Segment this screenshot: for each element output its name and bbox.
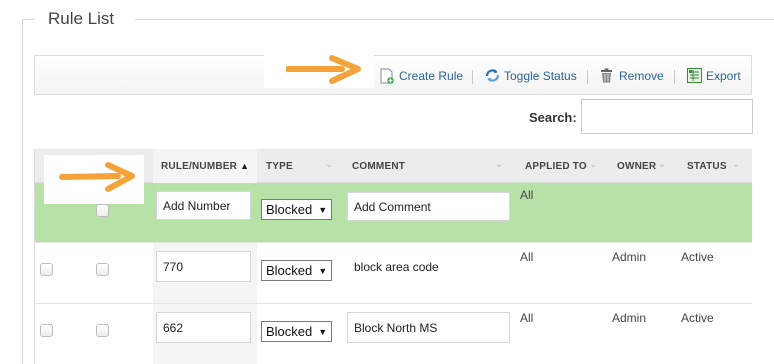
applied-to-cell: All (520, 311, 534, 325)
chevron-down-icon: ⌄ (658, 159, 667, 170)
row-select-checkbox[interactable] (96, 324, 109, 337)
toggle-status-button[interactable]: Toggle Status (485, 68, 577, 83)
rule-number-cell[interactable]: 770 (156, 251, 251, 282)
comment-cell[interactable]: Block North MS (347, 312, 510, 343)
toggle-status-label: Toggle Status (504, 68, 577, 83)
toolbar-divider (587, 70, 588, 84)
column-header-comment[interactable]: COMMENT (352, 161, 405, 172)
new-number-input[interactable] (156, 191, 251, 220)
chevron-down-icon: ⌄ (325, 159, 334, 170)
search-label: Search: (529, 110, 577, 125)
fieldset-border-left (22, 19, 23, 364)
new-comment-input[interactable] (347, 192, 510, 221)
create-rule-button[interactable]: Create Rule (380, 68, 464, 84)
column-header-owner[interactable]: OWNER (617, 161, 656, 172)
toolbar-divider (472, 70, 473, 84)
dropdown-arrow-icon: ▼ (318, 326, 328, 337)
export-icon (687, 68, 702, 83)
chevron-down-icon: ⌄ (495, 159, 504, 170)
toolbar-divider (674, 70, 675, 84)
applied-to-cell: All (520, 250, 534, 264)
row-checkbox[interactable] (40, 324, 53, 337)
annotation-arrow-icon (59, 162, 135, 192)
table-row[interactable]: 770 Blocked ▼ block area code All Admin A… (35, 243, 752, 304)
dropdown-arrow-icon: ▼ (318, 204, 328, 215)
owner-cell: Admin (612, 311, 647, 325)
sort-asc-icon: ▲ (240, 161, 250, 171)
export-button[interactable]: Export (687, 68, 741, 83)
comment-cell[interactable]: block area code (347, 251, 510, 282)
fieldset-border-right-segment (135, 19, 774, 20)
owner-cell: Admin (612, 250, 647, 264)
status-cell: Active (681, 250, 714, 264)
remove-label: Remove (619, 68, 664, 83)
type-select[interactable]: Blocked ▼ (261, 260, 333, 281)
column-header-applied-to[interactable]: APPLIED TO (525, 161, 587, 172)
table-row[interactable]: 662 Blocked ▼ Block North MS All Admin Ac… (35, 304, 752, 364)
remove-button[interactable]: Remove (600, 68, 664, 83)
new-applied-to: All (520, 188, 534, 202)
export-label: Export (706, 68, 741, 83)
panel-title: Rule List (48, 9, 115, 28)
column-header-status[interactable]: STATUS (687, 161, 727, 172)
column-header-type[interactable]: TYPE (266, 161, 293, 172)
create-rule-label: Create Rule (399, 68, 464, 83)
search-input[interactable] (581, 99, 753, 134)
rule-number-cell[interactable]: 662 (156, 312, 251, 343)
fieldset-border-left-segment (22, 19, 34, 20)
trash-icon (600, 68, 614, 83)
row-select-checkbox[interactable] (96, 263, 109, 276)
create-rule-icon (380, 68, 394, 84)
annotation-arrow-icon (286, 55, 361, 84)
new-type-select[interactable]: Blocked ▼ (261, 199, 333, 220)
row-checkbox[interactable] (40, 263, 53, 276)
column-header-rule-number[interactable]: RULE/NUMBER ▲ (161, 161, 249, 172)
status-cell: Active (681, 311, 714, 325)
chevron-down-icon: ⌄ (732, 159, 741, 170)
dropdown-arrow-icon: ▼ (318, 265, 328, 276)
chevron-down-icon: ⌄ (589, 159, 598, 170)
row-select-checkbox[interactable] (96, 204, 109, 217)
toggle-status-icon (485, 68, 500, 83)
type-select[interactable]: Blocked ▼ (261, 321, 333, 342)
